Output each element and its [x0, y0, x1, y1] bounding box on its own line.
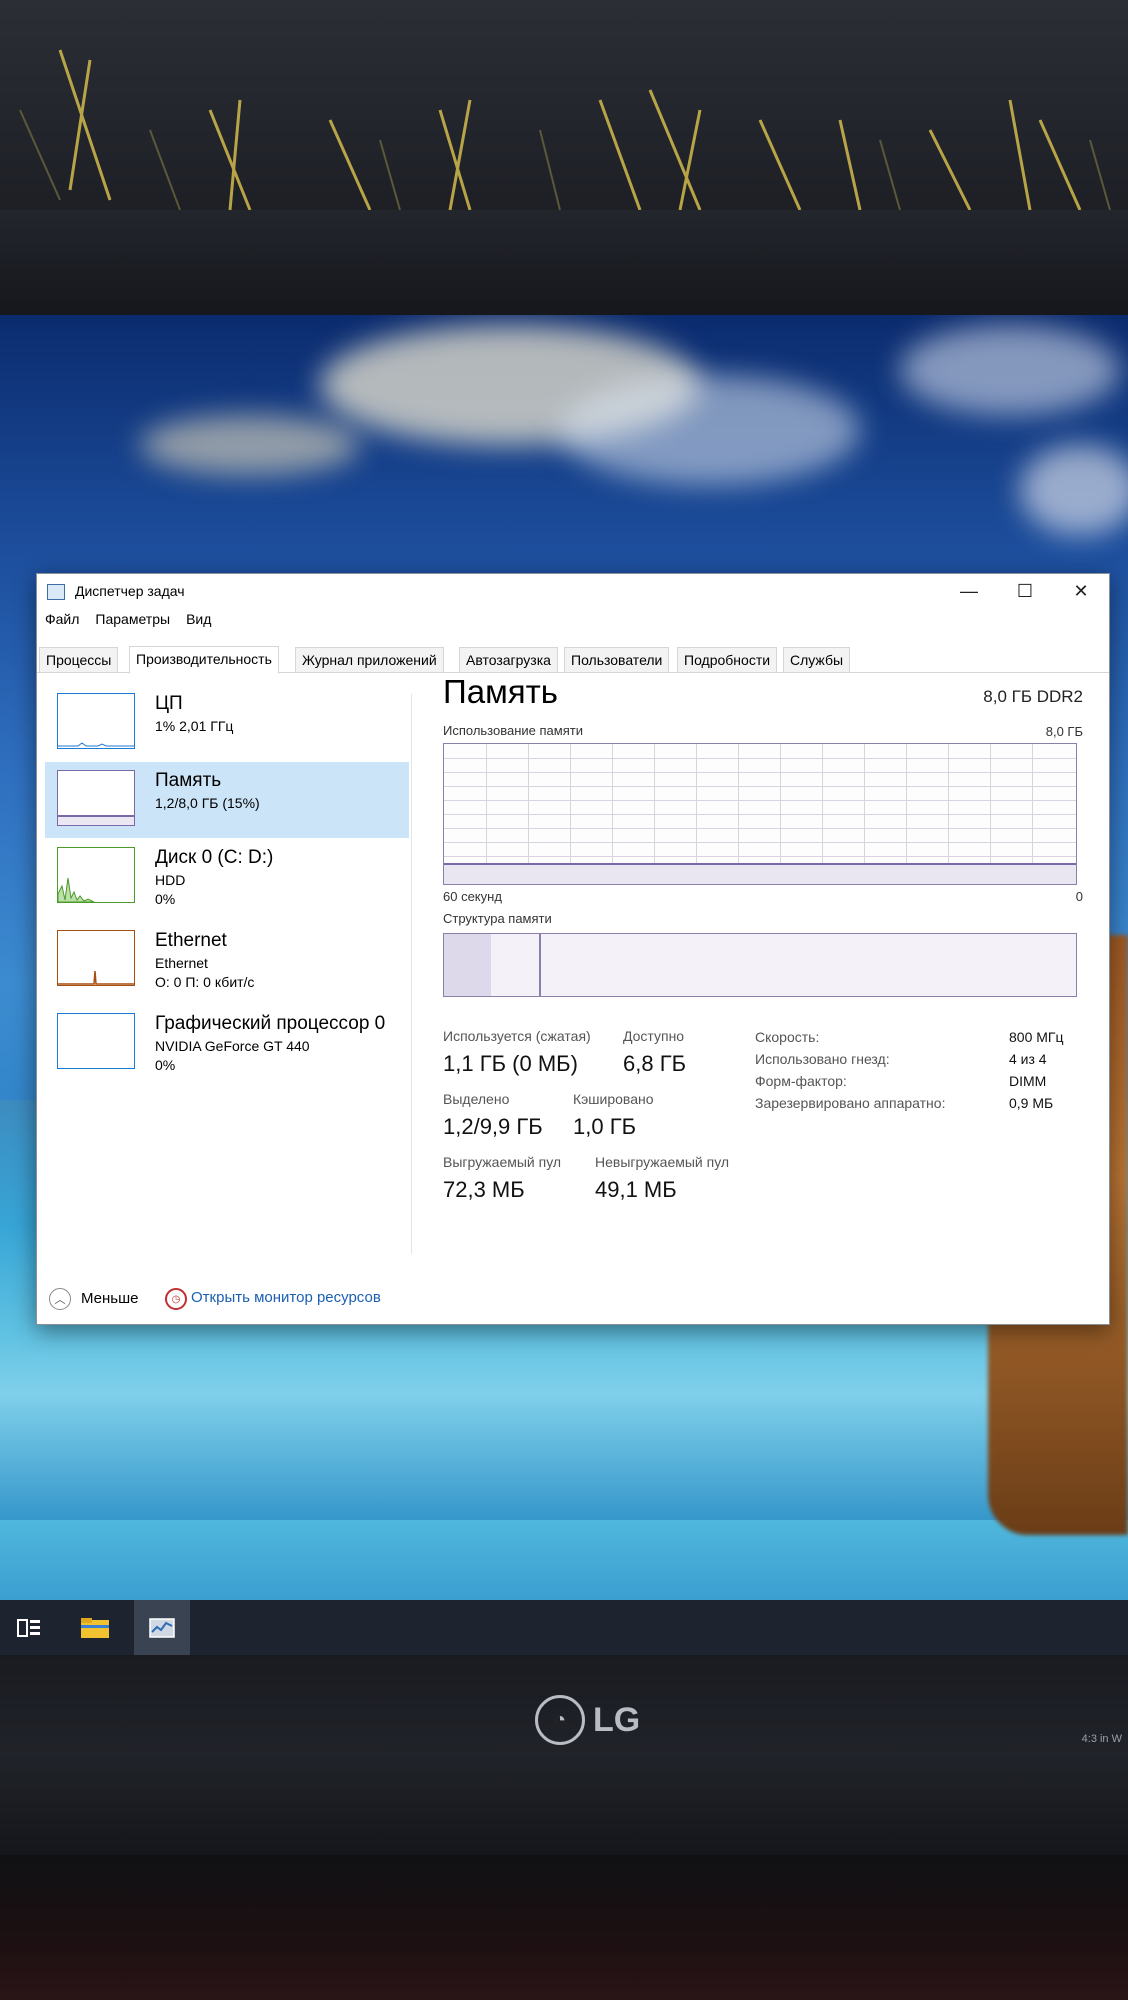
open-resource-monitor-link[interactable]: Открыть монитор ресурсов [191, 1289, 381, 1306]
stat-label: Кэшировано [573, 1091, 654, 1107]
memory-structure-bar [443, 933, 1077, 997]
tab-services[interactable]: Службы [783, 647, 851, 672]
brand-label: LG [593, 1700, 641, 1739]
fewer-details-button[interactable]: Меньше [81, 1290, 138, 1307]
tab-users[interactable]: Пользователи [564, 647, 670, 672]
window-footer: ︿ Меньше ◷ Открыть монитор ресурсов [37, 1274, 1109, 1322]
usage-fill [444, 865, 1076, 884]
tab-app-history[interactable]: Журнал приложений [295, 647, 444, 672]
structure-label: Структура памяти [443, 911, 552, 926]
lg-face-icon: ◔ [535, 1695, 585, 1745]
menu-bar: Файл Параметры Вид [37, 608, 219, 632]
device-gpu[interactable]: Графический процессор 0 NVIDIA GeForce G… [45, 1005, 409, 1081]
structure-marker [539, 934, 541, 996]
usage-line [444, 863, 1076, 865]
maximize-button[interactable]: ☐ [997, 574, 1053, 608]
time-axis-label: 60 секунд [443, 889, 502, 904]
device-name: Графический процессор 0 [155, 1013, 386, 1034]
lg-logo: ◔ LG [535, 1695, 640, 1745]
time-axis-zero: 0 [1075, 889, 1083, 904]
detail-label: Зарезервировано аппаратно: [755, 1095, 946, 1111]
close-button[interactable]: ✕ [1053, 574, 1109, 608]
ethernet-thumbnail-graph [57, 930, 135, 986]
cloud [1020, 445, 1128, 535]
minimize-button[interactable]: — [941, 574, 997, 608]
device-detail: 1,2/8,0 ГБ (15%) [155, 795, 260, 811]
device-disk[interactable]: Диск 0 (C: D:) HDD 0% [45, 839, 409, 915]
file-explorer-icon[interactable] [68, 1600, 122, 1655]
resource-monitor-icon[interactable]: ◷ [165, 1288, 187, 1310]
memory-panel: Память 8,0 ГБ DDR2 Использование памяти … [443, 673, 1083, 1273]
tab-strip: Процессы Производительность Журнал прило… [37, 646, 1109, 674]
usage-graph-label: Использование памяти [443, 723, 583, 738]
device-detail: 1% 2,01 ГГц [155, 718, 234, 734]
cloud [560, 375, 860, 485]
task-manager-app-icon [47, 584, 65, 600]
cloud [900, 325, 1120, 415]
stat-value: 49,1 МБ [595, 1177, 677, 1202]
memory-usage-graph [443, 743, 1077, 885]
structure-used [444, 934, 491, 996]
memory-thumbnail-graph [57, 770, 135, 826]
cloud [140, 415, 360, 475]
usage-graph-max: 8,0 ГБ [1045, 724, 1083, 739]
detail-value: DIMM [1009, 1073, 1047, 1089]
cpu-thumbnail-graph [57, 693, 135, 749]
stat-label: Выделено [443, 1091, 510, 1107]
stat-value: 1,0 ГБ [573, 1114, 637, 1139]
gpu-thumbnail-graph [57, 1013, 135, 1069]
device-detail: Ethernet [155, 955, 208, 971]
device-name: Диск 0 (C: D:) [155, 847, 274, 868]
tab-details[interactable]: Подробности [677, 647, 778, 672]
menu-view[interactable]: Вид [178, 608, 219, 632]
monitor-bezel-bottom [0, 1655, 1128, 1855]
device-usage: 0% [155, 891, 176, 907]
memory-spec: 8,0 ГБ DDR2 [983, 687, 1083, 706]
task-view-icon[interactable] [2, 1600, 56, 1655]
device-name: Память [155, 770, 222, 791]
task-manager-icon[interactable] [134, 1600, 190, 1655]
device-name: ЦП [155, 693, 183, 714]
device-cpu[interactable]: ЦП 1% 2,01 ГГц [45, 685, 409, 761]
taskbar [0, 1600, 1128, 1655]
detail-value: 4 из 4 [1009, 1051, 1047, 1067]
window-title: Диспетчер задач [75, 583, 185, 599]
tab-processes[interactable]: Процессы [39, 647, 119, 672]
stat-value: 6,8 ГБ [623, 1051, 687, 1076]
chevron-up-icon[interactable]: ︿ [49, 1288, 71, 1310]
device-throughput: О: 0 П: 0 кбит/с [155, 974, 255, 990]
menu-file[interactable]: Файл [37, 608, 87, 632]
menu-options[interactable]: Параметры [87, 608, 178, 632]
panel-title: Память [443, 673, 558, 710]
device-ethernet[interactable]: Ethernet Ethernet О: 0 П: 0 кбит/с [45, 922, 409, 998]
device-detail: HDD [155, 872, 186, 888]
device-list: ЦП 1% 2,01 ГГц Память 1,2/8,0 ГБ (15%) Д… [37, 673, 409, 1273]
detail-label: Форм-фактор: [755, 1073, 847, 1089]
device-detail: NVIDIA GeForce GT 440 [155, 1038, 310, 1054]
detail-value: 800 МГц [1009, 1029, 1064, 1045]
tab-startup[interactable]: Автозагрузка [459, 647, 558, 672]
monitor-bezel-top [0, 210, 1128, 320]
stat-value: 72,3 МБ [443, 1177, 525, 1202]
stat-value: 1,1 ГБ (0 МБ) [443, 1051, 578, 1076]
detail-value: 0,9 МБ [1009, 1095, 1054, 1111]
bezel-note: 4:3 in W [1081, 1733, 1122, 1745]
title-bar[interactable]: Диспетчер задач — ☐ ✕ [37, 574, 1109, 608]
stat-label: Доступно [623, 1028, 685, 1044]
stat-value: 1,2/9,9 ГБ [443, 1114, 543, 1139]
detail-label: Скорость: [755, 1029, 820, 1045]
stat-label: Невыгружаемый пул [595, 1154, 730, 1170]
detail-label: Использовано гнезд: [755, 1051, 890, 1067]
device-usage: 0% [155, 1057, 176, 1073]
disk-thumbnail-graph [57, 847, 135, 903]
tab-performance[interactable]: Производительность [129, 646, 279, 674]
stat-label: Используется (сжатая) [443, 1028, 591, 1044]
tinsel-decoration [19, 49, 1111, 211]
device-name: Ethernet [155, 930, 227, 951]
panel-divider[interactable] [411, 694, 412, 1254]
task-manager-window: Диспетчер задач — ☐ ✕ Файл Параметры Вид… [36, 573, 1110, 1325]
monitor-stand-area [0, 1855, 1128, 2000]
device-memory[interactable]: Память 1,2/8,0 ГБ (15%) [45, 762, 409, 838]
stat-label: Выгружаемый пул [443, 1154, 562, 1170]
